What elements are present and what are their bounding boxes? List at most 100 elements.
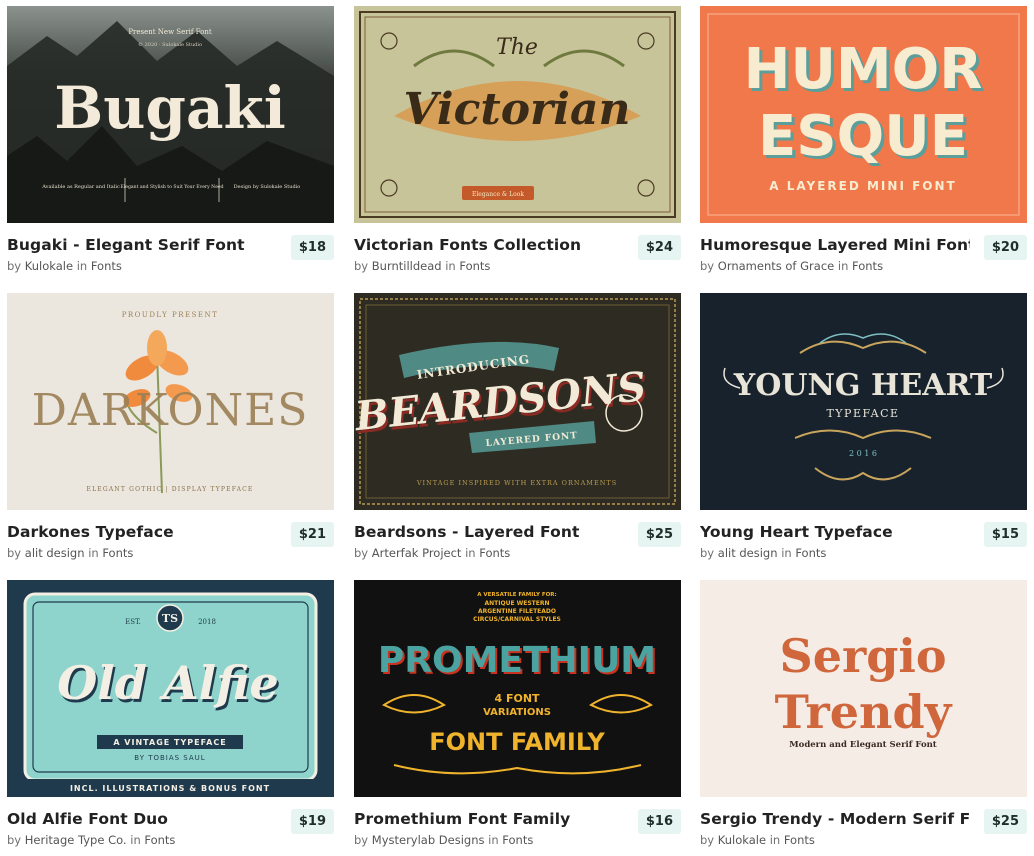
category-link[interactable]: Fonts xyxy=(852,259,883,273)
author-link[interactable]: Arterfak Project xyxy=(372,546,462,560)
by-label: by xyxy=(354,259,369,273)
product-thumbnail[interactable]: A VERSATILE FAMILY FOR: ANTIQUE WESTERN … xyxy=(354,580,681,797)
product-thumbnail[interactable]: TS EST. 2018 Old Alfie Old Alfie A VINTA… xyxy=(7,580,334,797)
product-card: YOUNG HEART TYPEFACE 2 0 1 6 Young Heart… xyxy=(700,293,1027,568)
thumb-year: 2 0 1 6 xyxy=(849,449,877,458)
by-label: by xyxy=(7,833,22,847)
product-thumbnail[interactable]: Present New Serif Font © 2020 · Sulokale… xyxy=(7,6,334,223)
thumb-est: EST. xyxy=(125,618,141,626)
author-link[interactable]: Kulokale xyxy=(718,833,766,847)
in-label: in xyxy=(769,833,781,847)
product-grid: Present New Serif Font © 2020 · Sulokale… xyxy=(0,0,1034,856)
product-title[interactable]: Promethium Font Family xyxy=(354,810,624,828)
product-card: A VERSATILE FAMILY FOR: ANTIQUE WESTERN … xyxy=(354,580,681,855)
thumb-headline: YOUNG HEART xyxy=(733,368,993,403)
product-meta: by Heritage Type Co. in Fonts xyxy=(7,833,175,847)
author-link[interactable]: alit design xyxy=(25,546,85,560)
product-meta: by Burntilldead in Fonts xyxy=(354,259,490,273)
thumb-foot: INCL. ILLUSTRATIONS & BONUS FONT xyxy=(70,784,270,793)
price-badge: $18 xyxy=(290,235,334,260)
product-meta: by Arterfak Project in Fonts xyxy=(354,546,510,560)
thumb-foot-mid: Elegant and Stylish to Suit Your Every N… xyxy=(120,184,223,190)
in-label: in xyxy=(445,259,456,273)
category-link[interactable]: Fonts xyxy=(459,259,490,273)
product-thumbnail[interactable]: INTRODUCING BEARDSONS BEARDSONS LAYERED … xyxy=(354,293,681,510)
thumbnail-art: YOUNG HEART TYPEFACE 2 0 1 6 xyxy=(700,293,1027,510)
by-label: by xyxy=(354,546,369,560)
product-meta: by alit design in Fonts xyxy=(700,546,826,560)
product-card: The Victorian Elegance & Look Victorian … xyxy=(354,6,681,281)
by-label: by xyxy=(7,259,22,273)
product-card: Present New Serif Font © 2020 · Sulokale… xyxy=(7,6,334,281)
product-meta: by Kulokale in Fonts xyxy=(7,259,122,273)
product-thumbnail[interactable]: PROUDLY PRESENT DARKONES ELEGANT GOTHIC … xyxy=(7,293,334,510)
in-label: in xyxy=(76,259,88,273)
thumb-headline: DARKONES xyxy=(32,385,309,436)
thumb-line-2: ESQUE xyxy=(758,104,968,169)
product-title[interactable]: Humoresque Layered Mini Font xyxy=(700,236,970,254)
category-link[interactable]: Fonts xyxy=(784,833,815,847)
thumb-badge: Elegance & Look xyxy=(472,191,524,198)
thumb-ribbon: A VINTAGE TYPEFACE xyxy=(113,738,226,747)
product-card: PROUDLY PRESENT DARKONES ELEGANT GOTHIC … xyxy=(7,293,334,568)
thumb-foot: FONT FAMILY xyxy=(429,728,605,756)
author-link[interactable]: Heritage Type Co. xyxy=(25,833,127,847)
thumb-sub: Modern and Elegant Serif Font xyxy=(789,740,937,750)
author-link[interactable]: Burntilldead xyxy=(372,259,442,273)
category-link[interactable]: Fonts xyxy=(479,546,510,560)
thumb-top-1: A VERSATILE FAMILY FOR: xyxy=(477,592,557,598)
thumbnail-art: Present New Serif Font © 2020 · Sulokale… xyxy=(7,6,334,223)
category-link[interactable]: Fonts xyxy=(144,833,175,847)
category-link[interactable]: Fonts xyxy=(102,546,133,560)
product-card: Sergio Trendy Modern and Elegant Serif F… xyxy=(700,580,1027,855)
product-thumbnail[interactable]: HUMOR HUMOR ESQUE ESQUE A LAYERED MINI F… xyxy=(700,6,1027,223)
author-link[interactable]: Kulokale xyxy=(25,259,73,273)
by-label: by xyxy=(7,546,22,560)
price-badge: $25 xyxy=(637,522,681,547)
category-link[interactable]: Fonts xyxy=(795,546,826,560)
product-title[interactable]: Darkones Typeface xyxy=(7,523,277,541)
product-title[interactable]: Old Alfie Font Duo xyxy=(7,810,277,828)
product-card: TS EST. 2018 Old Alfie Old Alfie A VINTA… xyxy=(7,580,334,855)
product-title[interactable]: Young Heart Typeface xyxy=(700,523,970,541)
product-meta: by Ornaments of Grace in Fonts xyxy=(700,259,883,273)
author-link[interactable]: Ornaments of Grace xyxy=(718,259,834,273)
thumb-headline: PROMETHIUM xyxy=(378,640,656,681)
thumb-byline: BY TOBIAS SAUL xyxy=(134,754,205,762)
thumb-headline: Bugaki xyxy=(54,74,286,142)
product-title[interactable]: Sergio Trendy - Modern Serif Font xyxy=(700,810,970,828)
thumb-top-line: The xyxy=(496,35,538,60)
thumb-mid-2: VARIATIONS xyxy=(483,707,551,718)
thumbnail-art: TS EST. 2018 Old Alfie Old Alfie A VINTA… xyxy=(7,580,334,797)
product-meta: by Kulokale in Fonts xyxy=(700,833,815,847)
svg-text:TS: TS xyxy=(162,612,178,625)
thumb-sub: TYPEFACE xyxy=(826,407,899,420)
author-link[interactable]: Mysterylab Designs xyxy=(372,833,485,847)
product-title[interactable]: Bugaki - Elegant Serif Font xyxy=(7,236,277,254)
product-thumbnail[interactable]: Sergio Trendy Modern and Elegant Serif F… xyxy=(700,580,1027,797)
product-thumbnail[interactable]: The Victorian Elegance & Look xyxy=(354,6,681,223)
product-card: INTRODUCING BEARDSONS BEARDSONS LAYERED … xyxy=(354,293,681,568)
thumb-foot-right: Design by Sulokale Studio xyxy=(234,184,301,190)
product-title[interactable]: Victorian Fonts Collection xyxy=(354,236,624,254)
product-title[interactable]: Beardsons - Layered Font xyxy=(354,523,624,541)
author-link[interactable]: alit design xyxy=(718,546,778,560)
product-meta: by alit design in Fonts xyxy=(7,546,133,560)
thumbnail-art: A VERSATILE FAMILY FOR: ANTIQUE WESTERN … xyxy=(354,580,681,797)
product-thumbnail[interactable]: YOUNG HEART TYPEFACE 2 0 1 6 xyxy=(700,293,1027,510)
category-link[interactable]: Fonts xyxy=(502,833,533,847)
thumbnail-art: PROUDLY PRESENT DARKONES ELEGANT GOTHIC … xyxy=(7,293,334,510)
thumbnail-art: The Victorian Elegance & Look xyxy=(354,6,681,223)
thumb-foot: ELEGANT GOTHIC | DISPLAY TYPEFACE xyxy=(87,486,254,493)
thumb-headline: Victorian xyxy=(404,84,631,135)
in-label: in xyxy=(781,546,792,560)
in-label: in xyxy=(130,833,141,847)
thumb-year: 2018 xyxy=(198,618,216,626)
thumb-top-line: Present New Serif Font xyxy=(128,28,212,36)
by-label: by xyxy=(700,833,715,847)
thumb-line-1: Sergio xyxy=(779,629,946,683)
in-label: in xyxy=(837,259,849,273)
by-label: by xyxy=(700,259,715,273)
thumb-sub: A LAYERED MINI FONT xyxy=(769,179,956,193)
category-link[interactable]: Fonts xyxy=(91,259,122,273)
